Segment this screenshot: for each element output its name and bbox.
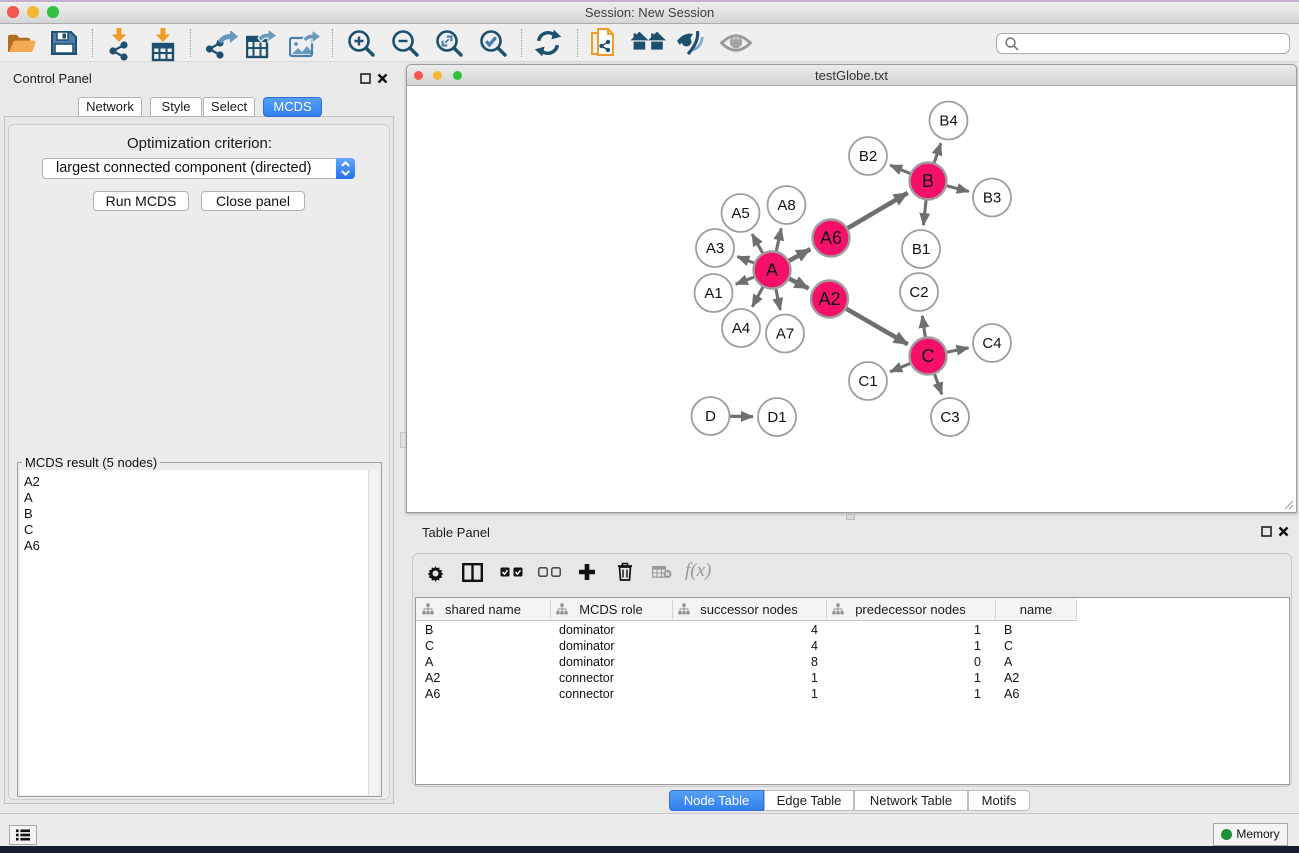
svg-text:C: C — [922, 346, 935, 366]
svg-text:A3: A3 — [706, 240, 724, 257]
svg-text:C2: C2 — [909, 284, 928, 301]
svg-text:A4: A4 — [732, 320, 750, 337]
svg-text:A6: A6 — [820, 228, 842, 248]
svg-text:C3: C3 — [940, 409, 959, 426]
svg-text:A: A — [766, 260, 778, 280]
svg-text:B: B — [922, 171, 934, 191]
svg-text:A8: A8 — [777, 197, 795, 214]
svg-text:B4: B4 — [939, 113, 957, 130]
svg-text:C1: C1 — [858, 373, 877, 390]
svg-text:B2: B2 — [859, 148, 877, 165]
svg-text:A5: A5 — [731, 205, 749, 222]
svg-text:A2: A2 — [818, 289, 840, 309]
svg-text:A7: A7 — [776, 326, 794, 343]
svg-text:D1: D1 — [767, 409, 786, 426]
svg-text:B3: B3 — [983, 190, 1001, 207]
svg-text:D: D — [705, 408, 716, 425]
svg-text:A1: A1 — [704, 285, 722, 302]
svg-text:C4: C4 — [982, 335, 1001, 352]
svg-text:B1: B1 — [912, 241, 930, 258]
